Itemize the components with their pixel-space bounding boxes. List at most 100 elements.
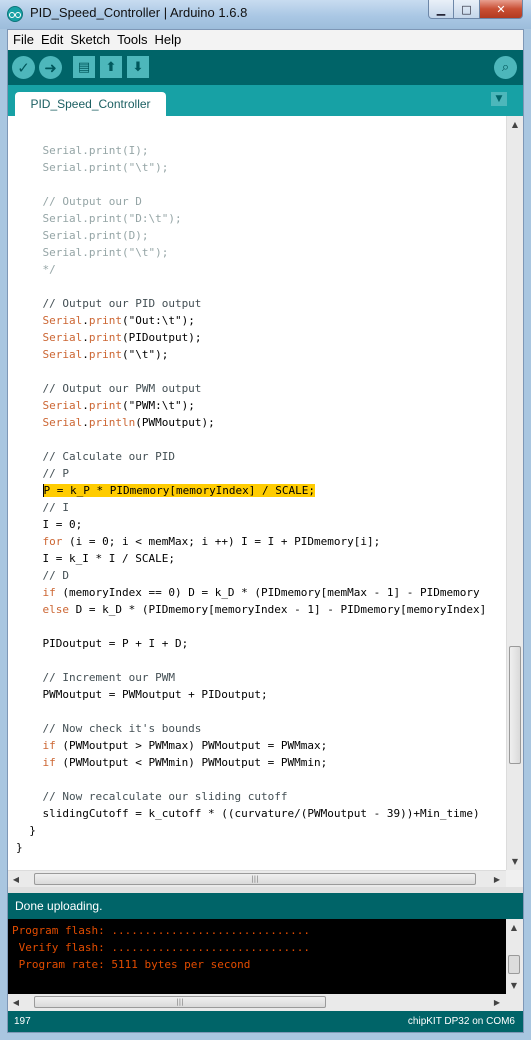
code-token: Serial.print("D:\t"); <box>16 212 182 225</box>
code-line[interactable]: if (memoryIndex == 0) D = k_D * (PIDmemo… <box>16 584 480 601</box>
code-line[interactable]: if (PWMoutput < PWMmin) PWMoutput = PWMm… <box>16 754 328 771</box>
code-line[interactable]: // Output our PWM output <box>16 380 201 397</box>
code-line[interactable]: // D <box>16 567 69 584</box>
code-line[interactable]: Serial.print("\t"); <box>16 159 168 176</box>
console-horizontal-scrollbar[interactable]: ◀ ||| ▶ <box>8 994 506 1011</box>
scroll-down-arrow-icon[interactable]: ▼ <box>507 853 523 870</box>
code-line[interactable]: else D = k_D * (PIDmemory[memoryIndex - … <box>16 601 487 618</box>
upload-button[interactable]: ➜ <box>39 56 62 79</box>
console-scroll-up-arrow-icon[interactable]: ▲ <box>506 919 522 936</box>
maximize-button[interactable]: □ <box>454 0 480 19</box>
magnifier-icon: ⌕ <box>501 60 510 75</box>
code-line[interactable]: Serial.print("Out:\t"); <box>16 312 195 329</box>
console-horizontal-scroll-thumb[interactable]: ||| <box>34 996 326 1008</box>
new-sketch-button[interactable]: ▤ <box>73 56 95 78</box>
code-line[interactable]: I = k_I * I / SCALE; <box>16 550 174 567</box>
code-line[interactable]: // Now check it's bounds <box>16 720 201 737</box>
menu-help[interactable]: Help <box>152 30 186 50</box>
code-line[interactable]: for (i = 0; i < memMax; i ++) I = I + PI… <box>16 533 381 550</box>
code-line[interactable]: // P <box>16 465 69 482</box>
code-line[interactable]: // Increment our PWM <box>16 669 174 686</box>
code-line[interactable]: Serial.print(PIDoutput); <box>16 329 202 346</box>
footer-bar: 197 chipKIT DP32 on COM6 <box>8 1011 523 1032</box>
code-line[interactable]: */ <box>16 261 55 278</box>
scroll-up-arrow-icon[interactable]: ▲ <box>507 116 523 133</box>
console-vertical-scrollbar[interactable]: ▲ ▼ <box>506 919 523 994</box>
new-file-icon: ▤ <box>77 59 91 75</box>
code-line[interactable]: if (PWMoutput > PWMmax) PWMoutput = PWMm… <box>16 737 328 754</box>
editor-horizontal-scrollbar[interactable]: ◀ ||| ▶ <box>8 870 506 887</box>
status-bar: Done uploading. <box>8 893 523 919</box>
code-token: ("\t"); <box>122 348 169 361</box>
console-scroll-left-arrow-icon[interactable]: ◀ <box>8 994 24 1011</box>
close-button[interactable]: ✕ <box>480 0 523 19</box>
code-line[interactable]: Serial.println(PWMoutput); <box>16 414 215 431</box>
code-line[interactable]: // Output our D <box>16 193 141 210</box>
scroll-left-arrow-icon[interactable]: ◀ <box>8 871 24 888</box>
code-line[interactable]: // Now recalculate our sliding cutoff <box>16 788 288 805</box>
code-token: // Now recalculate our sliding cutoff <box>16 790 288 803</box>
code-line[interactable]: PIDoutput = P + I + D; <box>16 635 188 652</box>
menu-edit[interactable]: Edit <box>39 30 68 50</box>
code-token: . <box>82 348 89 361</box>
code-editor[interactable]: Serial.print(I); Serial.print("\t"); // … <box>8 116 506 870</box>
save-sketch-button[interactable]: ⬇ <box>127 56 149 78</box>
code-line[interactable]: } <box>16 839 23 856</box>
code-line[interactable]: PWMoutput = PWMoutput + PIDoutput; <box>16 686 268 703</box>
title-bar: PID_Speed_Controller | Arduino 1.6.8 ▁ □… <box>0 0 531 29</box>
code-token: print <box>88 399 122 412</box>
code-token: ("Out:\t"); <box>122 314 195 327</box>
code-token: PWMoutput = PWMoutput + PIDoutput; <box>16 688 268 701</box>
menu-file[interactable]: File <box>11 30 39 50</box>
code-line[interactable]: Serial.print("\t"); <box>16 346 169 363</box>
code-line[interactable]: // Output our PID output <box>16 295 201 312</box>
scroll-right-arrow-icon[interactable]: ▶ <box>489 871 505 888</box>
tab-menu-button[interactable]: ▼ <box>491 92 507 106</box>
tab-bar: PID_Speed_Controller ▼ <box>8 85 523 116</box>
code-line[interactable]: Serial.print("PWM:\t"); <box>16 397 195 414</box>
menu-sketch[interactable]: Sketch <box>68 30 115 50</box>
code-token: print <box>88 331 122 344</box>
code-token: (memoryIndex == 0) D = k_D * (PIDmemory[… <box>55 586 480 599</box>
code-token: print <box>88 314 122 327</box>
code-line[interactable]: I = 0; <box>16 516 82 533</box>
code-line[interactable]: Serial.print(I); <box>16 142 148 159</box>
serial-monitor-button[interactable]: ⌕ <box>494 56 517 79</box>
highlighted-code: P = k_P * PIDmemory[memoryIndex] / SCALE… <box>42 484 316 497</box>
menu-tools[interactable]: Tools <box>115 30 152 50</box>
editor-horizontal-scroll-thumb[interactable]: ||| <box>34 873 476 885</box>
code-token: Serial <box>42 314 83 327</box>
code-line[interactable]: // Calculate our PID <box>16 448 174 465</box>
code-line[interactable]: // I <box>16 499 69 516</box>
code-token: Serial <box>42 416 83 429</box>
console-scroll-right-arrow-icon[interactable]: ▶ <box>489 994 505 1011</box>
arduino-logo-icon <box>7 6 23 22</box>
code-line[interactable]: Serial.print("\t"); <box>16 244 168 261</box>
editor-vertical-scroll-thumb[interactable] <box>509 646 521 764</box>
editor-vertical-scrollbar[interactable]: ▲ ▼ <box>506 116 523 870</box>
code-token: // Output our PID output <box>16 297 202 310</box>
code-token: else <box>42 603 70 616</box>
open-sketch-button[interactable]: ⬆ <box>100 56 122 78</box>
tab-pid-speed-controller[interactable]: PID_Speed_Controller <box>15 92 166 116</box>
code-line[interactable]: Serial.print("D:\t"); <box>16 210 182 227</box>
code-line[interactable]: slidingCutoff = k_cutoff * ((curvature/(… <box>16 805 479 822</box>
code-line[interactable]: Serial.print(D); <box>16 227 148 244</box>
check-icon: ✓ <box>17 58 30 77</box>
code-line[interactable]: } <box>16 822 36 839</box>
code-token: Serial <box>42 331 83 344</box>
console-scroll-down-arrow-icon[interactable]: ▼ <box>506 977 522 994</box>
code-token: println <box>88 416 136 429</box>
code-token: } <box>16 841 23 854</box>
verify-button[interactable]: ✓ <box>12 56 35 79</box>
minimize-button[interactable]: ▁ <box>428 0 454 19</box>
code-token: . <box>82 331 89 344</box>
code-line[interactable]: P = k_P * PIDmemory[memoryIndex] / SCALE… <box>16 482 316 499</box>
console-vertical-scroll-thumb[interactable] <box>508 955 520 974</box>
code-token: for <box>42 535 63 548</box>
code-token: . <box>82 399 89 412</box>
